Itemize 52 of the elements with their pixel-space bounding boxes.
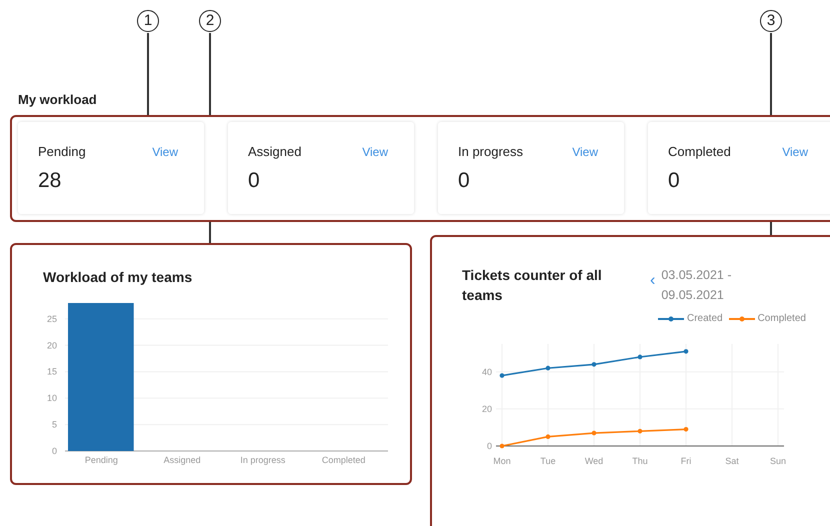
point: [638, 354, 642, 360]
date-range: 03.05.2021 - 09.05.2021: [661, 267, 733, 304]
point: [500, 444, 504, 448]
point: [546, 366, 550, 370]
point: [546, 434, 550, 440]
legend-label: Completed: [758, 313, 806, 324]
chart-title: Tickets counter of all teams: [462, 266, 603, 305]
axis-tick-label: Sun: [770, 456, 786, 466]
point: [592, 430, 596, 436]
status-count: 0: [458, 169, 471, 193]
axis-tick-label: Fri: [680, 456, 692, 466]
status-count: 0: [668, 169, 681, 193]
status-label: Pending: [38, 144, 86, 159]
axis-tick-label: Tue: [540, 456, 556, 466]
status-label: Assigned: [248, 144, 302, 159]
previous-button[interactable]: ‹: [650, 273, 656, 289]
axis-tick-label: 20: [46, 340, 57, 350]
axis-tick-label: In progress: [240, 455, 286, 465]
axis-tick-label: Completed: [322, 455, 366, 465]
callout-number: 2: [199, 10, 221, 32]
axis-tick-label: 10: [46, 393, 57, 404]
point: [500, 373, 504, 378]
status-label: Completed: [668, 144, 731, 159]
chart-title: Workload of my teams: [43, 268, 194, 287]
axis-tick-label: 0: [52, 446, 57, 456]
section-title: My workload: [18, 92, 98, 108]
axis-tick-label: 20: [482, 404, 492, 414]
axis-tick-label: Wed: [584, 456, 604, 466]
legend-label: Created: [687, 313, 723, 324]
point: [684, 349, 688, 354]
view-link[interactable]: View: [572, 144, 598, 158]
point: [592, 362, 596, 367]
view-link[interactable]: View: [152, 144, 178, 158]
status-count: 0: [248, 169, 261, 193]
view-link[interactable]: View: [782, 144, 808, 158]
axis-tick-label: Thu: [632, 456, 648, 466]
callout-number: 1: [137, 10, 159, 32]
axis-tick-label: Assigned: [164, 455, 201, 465]
axis-tick-label: Sat: [725, 456, 739, 466]
callout-number: 3: [760, 10, 782, 32]
status-label: In progress: [458, 144, 524, 159]
point: [638, 428, 642, 434]
point: [684, 427, 688, 432]
axis-tick-label: 15: [46, 366, 57, 377]
axis-tick-label: 40: [482, 366, 492, 377]
axis-tick-label: 0: [486, 441, 492, 451]
axis-tick-label: 5: [52, 420, 57, 430]
axis-tick-label: Mon: [493, 456, 511, 466]
view-link[interactable]: View: [362, 144, 388, 158]
status-count: 28: [38, 169, 62, 193]
axis-tick-label: 25: [46, 314, 57, 324]
axis-tick-label: Pending: [84, 455, 118, 465]
